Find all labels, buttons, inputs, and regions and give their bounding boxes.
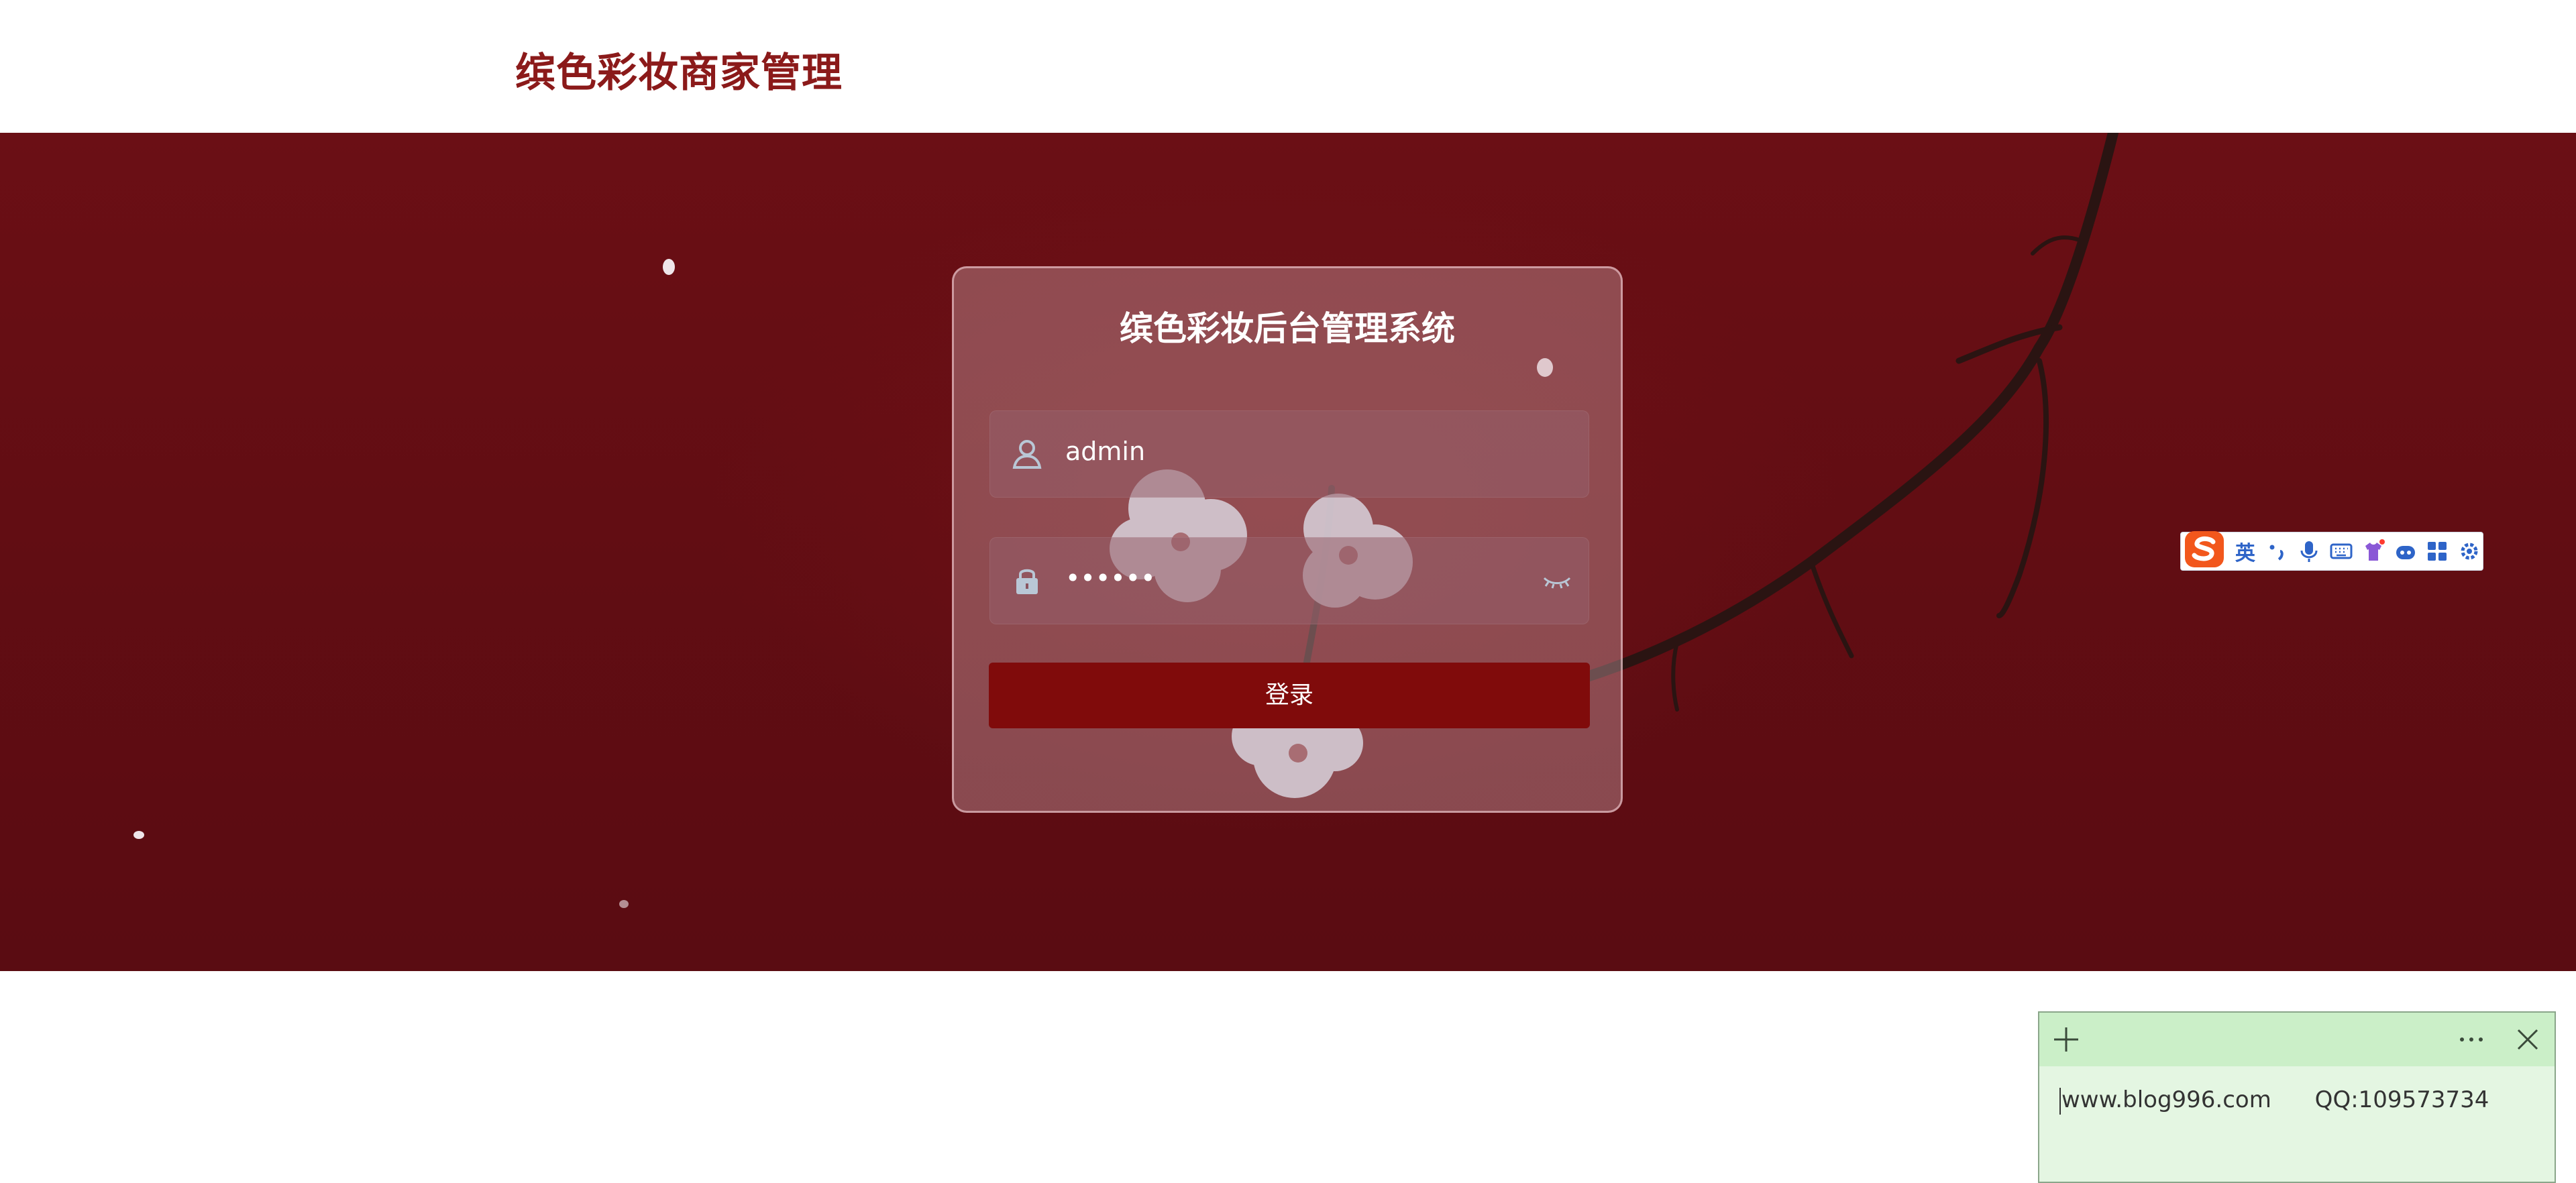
sticky-note-body[interactable]: www.blog996.com QQ:109573734 <box>2059 1086 2489 1115</box>
user-icon <box>1012 440 1042 469</box>
skin-icon[interactable] <box>2360 538 2387 565</box>
more-options-icon[interactable] <box>2455 1025 2487 1054</box>
login-title: 缤色彩妆后台管理系统 <box>1120 309 1455 348</box>
password-field[interactable] <box>989 537 1589 624</box>
sticky-note: www.blog996.com QQ:109573734 <box>2038 1011 2556 1183</box>
microphone-icon[interactable] <box>2296 538 2323 565</box>
add-note-icon[interactable] <box>2051 1025 2081 1054</box>
login-button[interactable]: 登录 <box>989 663 1590 728</box>
punctuation-icon[interactable] <box>2264 538 2291 565</box>
page-root: 缤色彩妆商家管理 缤色彩妆后台管理系统 admin •••••• 登录 英 ww… <box>0 0 2576 1183</box>
ime-toolbar: 英 <box>2180 529 2483 571</box>
sticky-note-header <box>2039 1013 2555 1066</box>
username-field[interactable] <box>989 410 1589 498</box>
sogou-logo-icon[interactable] <box>2184 529 2226 569</box>
settings-icon[interactable] <box>2456 538 2483 565</box>
username-input[interactable] <box>1065 437 1535 466</box>
eye-closed-icon[interactable] <box>1540 567 1574 594</box>
robot-icon[interactable] <box>2392 538 2419 565</box>
brand-title: 缤色彩妆商家管理 <box>515 50 843 97</box>
ime-language-toggle[interactable]: 英 <box>2232 538 2259 565</box>
password-input[interactable] <box>1065 563 1535 593</box>
login-card: 缤色彩妆后台管理系统 登录 <box>952 266 1623 813</box>
top-header: 缤色彩妆商家管理 <box>0 0 2576 133</box>
text-caret <box>2059 1087 2061 1115</box>
close-icon[interactable] <box>2514 1026 2541 1053</box>
sticky-note-text: www.blog996.com QQ:109573734 <box>2061 1086 2489 1113</box>
apps-grid-icon[interactable] <box>2424 538 2451 565</box>
keyboard-icon[interactable] <box>2328 538 2355 565</box>
lock-icon <box>1016 569 1038 594</box>
